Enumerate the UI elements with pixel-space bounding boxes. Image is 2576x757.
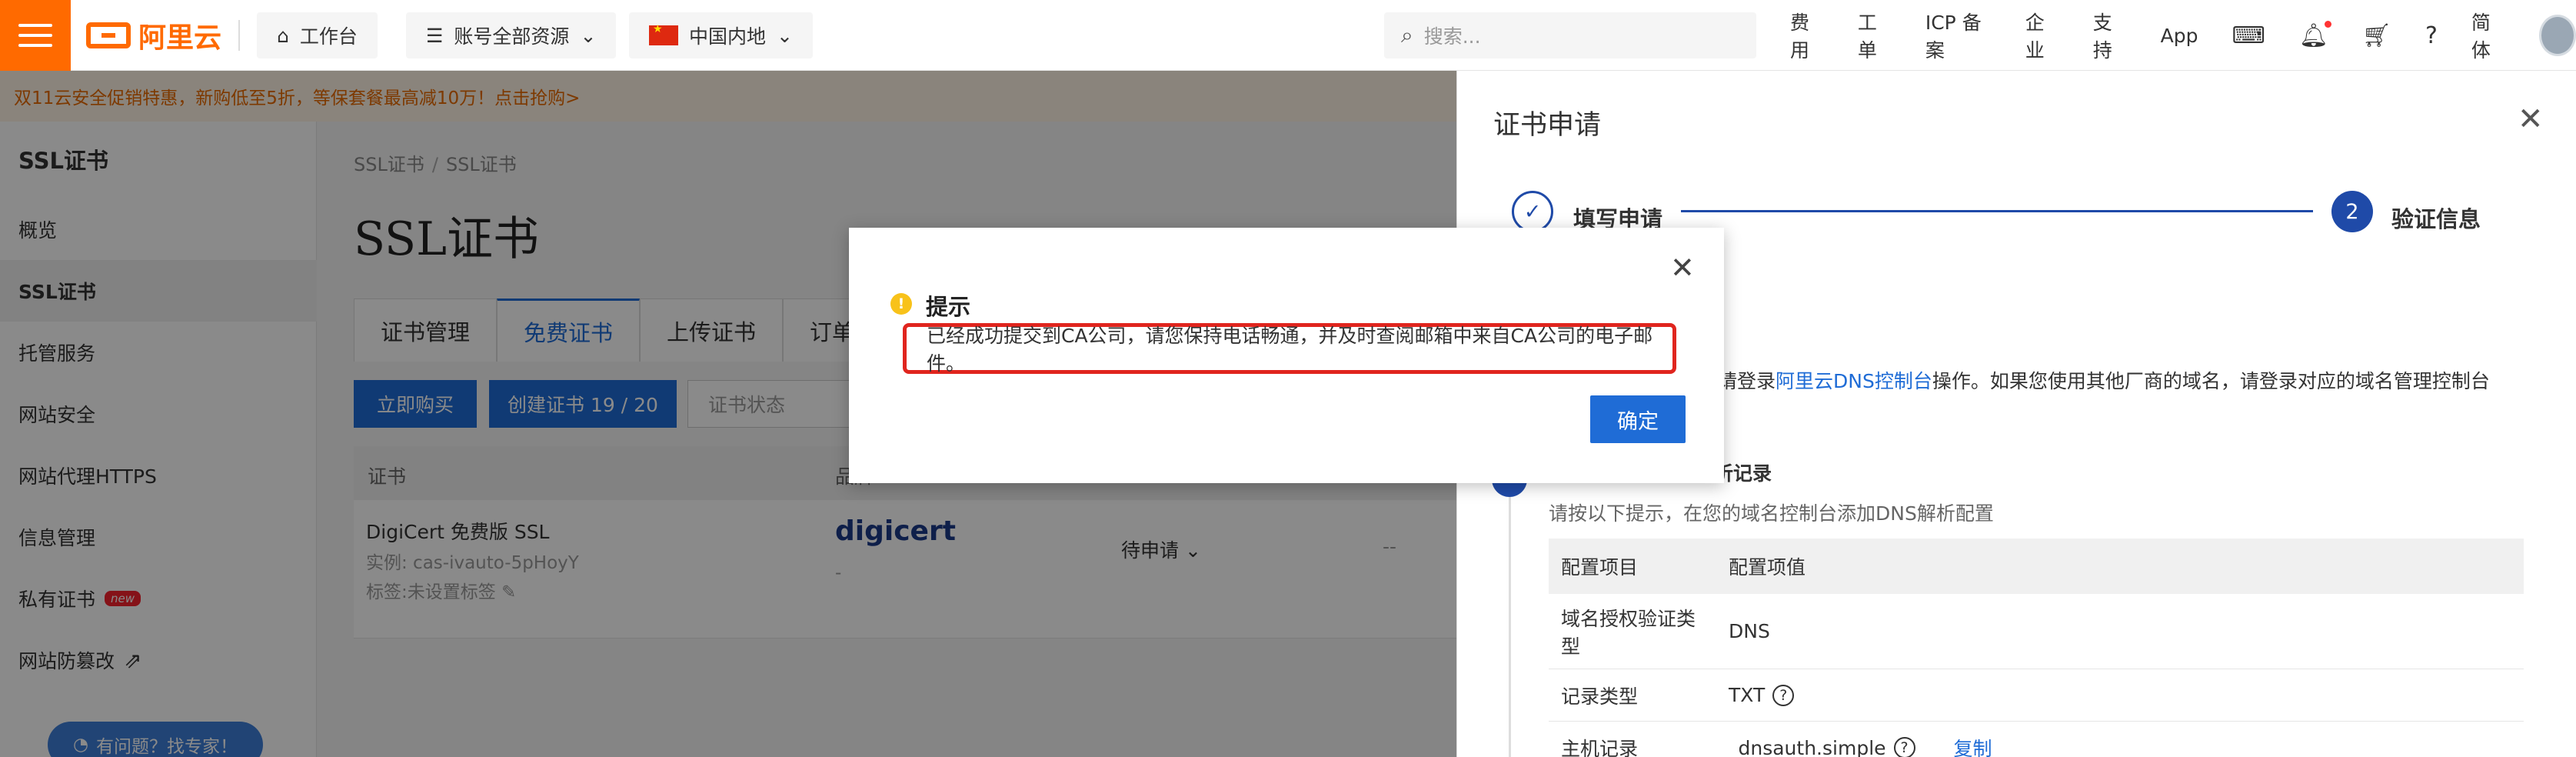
- chevron-down-icon: ⌄: [777, 24, 793, 47]
- config-value-cell: TXT?: [1716, 669, 2524, 721]
- question-icon[interactable]: ?: [1893, 737, 1915, 757]
- config-key: 主机记录: [1561, 738, 1639, 757]
- table-header-row: 配置项目 配置项值: [1549, 539, 2524, 594]
- dns-config-table: 配置项目 配置项值 域名授权验证类型 DNS 记录类型 TXT? 主机记录 _d…: [1549, 539, 2524, 757]
- table-row: 主机记录 _dnsauth.simple? 复制: [1549, 722, 2524, 757]
- logo-text: 阿里云: [138, 22, 222, 54]
- config-value: TXT: [1729, 684, 1766, 706]
- check-icon: ✓: [1512, 191, 1553, 232]
- top-links: 费用 工单 ICP 备案 企业 支持 App ⌨ 🔔︎ 🛒︎ ? 简体: [1790, 0, 2576, 71]
- help-icon[interactable]: ?: [2425, 22, 2438, 49]
- warning-icon: !: [890, 293, 912, 315]
- column-header: 配置项目: [1561, 556, 1639, 579]
- step2-number: 2: [2331, 191, 2373, 232]
- top-link-tickets[interactable]: 工单: [1858, 8, 1892, 63]
- chevron-down-icon: ⌄: [580, 24, 597, 47]
- top-link-icp[interactable]: ICP 备案: [1925, 8, 1992, 63]
- workbench-label: 工作台: [299, 25, 358, 48]
- search-icon: ⌕: [1401, 22, 1413, 48]
- config-key: 记录类型: [1561, 685, 1639, 708]
- section-subtitle: 请按以下提示，在您的域名控制台添加DNS解析配置: [1549, 502, 1994, 525]
- top-link-app[interactable]: App: [2161, 25, 2198, 47]
- list-icon: ☰: [426, 24, 444, 47]
- close-icon[interactable]: ✕: [2518, 102, 2544, 137]
- config-value: DNS: [1729, 620, 1770, 642]
- table-row: 域名授权验证类型 DNS: [1549, 594, 2524, 669]
- aliyun-logo[interactable]: 阿里云: [86, 17, 221, 54]
- search-input[interactable]: ⌕ 搜索...: [1384, 12, 1756, 58]
- top-link-enterprise[interactable]: 企业: [2025, 8, 2059, 63]
- question-icon[interactable]: ?: [1772, 684, 1795, 706]
- search-placeholder: 搜索...: [1423, 25, 1481, 48]
- config-key: 域名授权验证类型: [1561, 607, 1696, 658]
- hint-prefix: 请登录: [1718, 370, 1776, 392]
- terminal-icon[interactable]: ⌨: [2232, 22, 2265, 49]
- top-link-fees[interactable]: 费用: [1790, 8, 1824, 63]
- region-label: 中国内地: [689, 25, 767, 48]
- language-switch[interactable]: 简体: [2471, 8, 2505, 63]
- resources-dropdown[interactable]: ☰ 账号全部资源 ⌄: [406, 12, 617, 58]
- top-link-support[interactable]: 支持: [2093, 8, 2127, 63]
- close-icon[interactable]: ✕: [1670, 251, 1695, 285]
- resources-label: 账号全部资源: [454, 25, 570, 48]
- dialog-title: 提示: [926, 294, 971, 320]
- config-value-cell: DNS: [1716, 594, 2524, 669]
- dialog-message-text: 已经成功提交到CA公司，请您保持电话畅通，并及时查阅邮箱中来自CA公司的电子邮件…: [927, 325, 1653, 375]
- step2-label: 验证信息: [2391, 206, 2481, 232]
- divider: [238, 20, 240, 51]
- dns-console-link[interactable]: 阿里云DNS控制台: [1776, 370, 1932, 392]
- notification-dot: [2324, 20, 2331, 28]
- step-connector: [1681, 210, 2313, 212]
- config-value: _dnsauth.simple: [1729, 736, 1886, 757]
- menu-icon[interactable]: [0, 0, 71, 71]
- logo-mark-icon: [86, 22, 131, 48]
- china-flag-icon: [649, 23, 678, 45]
- section-timeline: [1509, 497, 1511, 757]
- dialog-message: 已经成功提交到CA公司，请您保持电话畅通，并及时查阅邮箱中来自CA公司的电子邮件…: [903, 323, 1676, 375]
- cart-icon[interactable]: 🛒︎: [2362, 22, 2391, 49]
- dns-hint: 请登录阿里云DNS控制台操作。如果您使用其他厂商的域名，请登录对应的域名管理控制…: [1718, 366, 2490, 394]
- region-dropdown[interactable]: 中国内地 ⌄: [629, 12, 813, 58]
- hint-suffix: 操作。如果您使用其他厂商的域名，请登录对应的域名管理控制台: [1932, 370, 2490, 392]
- column-header: 配置项值: [1729, 556, 1806, 579]
- avatar[interactable]: [2538, 15, 2576, 56]
- home-icon: ⌂: [277, 24, 289, 47]
- drawer-title: 证书申请: [1493, 110, 1602, 141]
- table-row: 记录类型 TXT?: [1549, 669, 2524, 722]
- copy-link[interactable]: 复制: [1954, 734, 1992, 757]
- config-value-cell: _dnsauth.simple? 复制: [1716, 722, 2524, 757]
- workbench-button[interactable]: ⌂ 工作台: [257, 12, 378, 58]
- bell-icon[interactable]: 🔔︎: [2299, 20, 2331, 49]
- confirm-button[interactable]: 确定: [1590, 395, 1686, 443]
